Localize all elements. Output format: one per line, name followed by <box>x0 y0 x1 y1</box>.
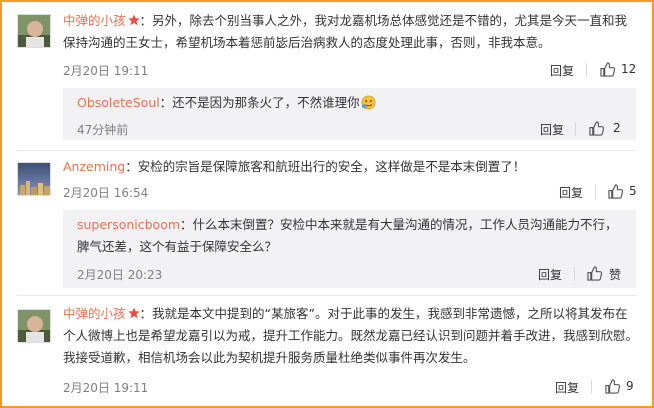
comment-body: 中弹的小孩 ：我就是本文中提到的“某旅客”。对于此事的发生，我感到非常遗憾，之所以… <box>63 303 638 369</box>
thumbs-up-icon[interactable] <box>589 121 605 136</box>
comment-text: ：我就是本文中提到的“某旅客”。对于此事的发生，我感到非常遗憾，之所以将其发布在… <box>63 306 639 365</box>
divider <box>17 150 637 151</box>
thumbs-up-icon[interactable] <box>600 62 616 77</box>
like-count: 赞 <box>609 268 622 282</box>
reply-text: ：还不是因为那条火了，不然谁理你 <box>159 95 360 110</box>
divider <box>17 295 637 296</box>
divider <box>591 380 592 394</box>
comment-text: ：另外，除去个别当事人之外，我对龙嘉机场总体感觉还是不错的，尤其是今天一直和我保… <box>63 13 628 50</box>
reply-button[interactable]: 回复 <box>550 62 574 79</box>
like-count: 2 <box>613 121 621 135</box>
comment-text: ：安检的宗旨是保障旅客和航班出行的安全，这样做是不是本末倒置了！ <box>125 159 526 174</box>
comment-item: 中弹的小孩 ：我就是本文中提到的“某旅客”。对于此事的发生，我感到非常遗憾，之所以… <box>2 297 652 406</box>
reply-button[interactable]: 回复 <box>538 266 562 283</box>
vip-crown-icon <box>127 304 140 319</box>
comment-username[interactable]: 中弹的小孩 <box>63 13 126 28</box>
city-avatar-icon[interactable] <box>17 162 51 196</box>
reply-time: 2月20日 20:23 <box>77 268 163 282</box>
comment-username[interactable]: 中弹的小孩 <box>63 306 126 321</box>
divider <box>595 185 596 199</box>
user-avatar-icon[interactable] <box>17 14 51 48</box>
vip-crown-icon <box>127 11 140 26</box>
comment-panel: 中弹的小孩 ：另外，除去个别当事人之外，我对龙嘉机场总体感觉还是不错的，尤其是今天… <box>0 0 654 408</box>
thumbs-up-icon[interactable] <box>587 266 603 281</box>
thumbs-up-icon[interactable] <box>605 379 621 394</box>
reply-button[interactable]: 回复 <box>540 121 564 138</box>
like-count: 12 <box>621 62 637 76</box>
reply-button[interactable]: 回复 <box>559 184 583 201</box>
reply-username[interactable]: ObsoleteSoul <box>77 95 160 110</box>
divider <box>586 63 587 77</box>
reply-username[interactable]: supersonicboom <box>77 217 180 232</box>
comment-time: 2月20日 19:11 <box>63 64 149 78</box>
smiling-face-emoji-icon <box>361 95 376 110</box>
like-count: 9 <box>626 379 634 393</box>
reply-body: ObsoleteSoul：还不是因为那条火了，不然谁理你 <box>77 92 376 114</box>
reply-time: 47分钟前 <box>77 123 129 137</box>
divider <box>575 122 576 136</box>
reply-box: supersonicboom：什么本末倒置？安检中本来就是有大量沟通的情况，工作… <box>63 210 636 288</box>
like-count: 5 <box>629 184 637 198</box>
comment-body: Anzeming：安检的宗旨是保障旅客和航班出行的安全，这样做是不是本末倒置了！ <box>63 156 638 178</box>
comment-item: 中弹的小孩 ：另外，除去个别当事人之外，我对龙嘉机场总体感觉还是不错的，尤其是今天… <box>2 2 652 147</box>
reply-box: ObsoleteSoul：还不是因为那条火了，不然谁理你 47分钟前 回复 2 <box>63 88 636 140</box>
comment-time: 2月20日 19:11 <box>63 381 149 395</box>
divider <box>574 267 575 281</box>
reply-body: supersonicboom：什么本末倒置？安检中本来就是有大量沟通的情况，工作… <box>77 214 622 258</box>
comment-body: 中弹的小孩 ：另外，除去个别当事人之外，我对龙嘉机场总体感觉还是不错的，尤其是今天… <box>63 10 638 54</box>
comment-username[interactable]: Anzeming <box>63 159 125 174</box>
comment-time: 2月20日 16:54 <box>63 186 149 200</box>
reply-button[interactable]: 回复 <box>555 379 579 396</box>
comment-item: Anzeming：安检的宗旨是保障旅客和航班出行的安全，这样做是不是本末倒置了！… <box>2 152 652 294</box>
thumbs-up-icon[interactable] <box>608 184 624 199</box>
user-avatar-icon[interactable] <box>17 309 51 343</box>
